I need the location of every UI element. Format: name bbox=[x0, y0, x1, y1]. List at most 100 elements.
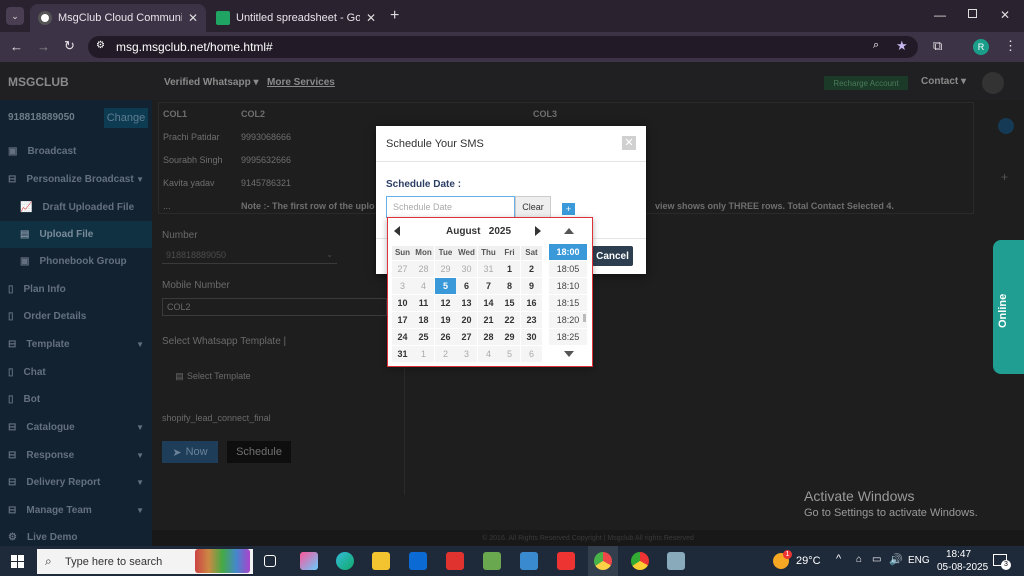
calendar-day[interactable]: 4 bbox=[413, 278, 434, 294]
schedule-date-input[interactable]: Schedule Date bbox=[386, 196, 515, 218]
time-down-icon[interactable] bbox=[564, 351, 574, 357]
send-now-button[interactable]: ➤ Now bbox=[162, 441, 218, 463]
calendar-day[interactable]: 6 bbox=[456, 278, 477, 294]
calendar-day[interactable]: 9 bbox=[521, 278, 542, 294]
time-option[interactable]: 18:25 bbox=[549, 329, 587, 345]
calendar-day[interactable]: 26 bbox=[435, 329, 456, 345]
calendar-day[interactable]: 2 bbox=[521, 261, 542, 277]
calendar-day[interactable]: 10 bbox=[392, 295, 413, 311]
calendar-day[interactable]: 25 bbox=[413, 329, 434, 345]
calendar-day[interactable]: 7 bbox=[478, 278, 499, 294]
menu-more-services[interactable]: More Services bbox=[267, 77, 335, 88]
calendar-day[interactable]: 30 bbox=[521, 329, 542, 345]
calendar-day[interactable]: 12 bbox=[435, 295, 456, 311]
calendar-day[interactable]: 29 bbox=[499, 329, 520, 345]
restore-icon[interactable] bbox=[968, 9, 977, 18]
calendar-day[interactable]: 4 bbox=[478, 346, 499, 362]
time-option[interactable]: 18:00 bbox=[549, 244, 587, 260]
network-app-icon[interactable] bbox=[520, 552, 538, 570]
user-avatar[interactable] bbox=[982, 72, 1004, 94]
calendar-day[interactable]: 27 bbox=[392, 261, 413, 277]
tool-app-icon[interactable] bbox=[667, 552, 685, 570]
reload-icon[interactable]: ↻ bbox=[64, 38, 75, 54]
windows-start-icon[interactable] bbox=[11, 555, 24, 568]
wps-icon[interactable] bbox=[446, 552, 464, 570]
browser-menu-icon[interactable]: ⋮ bbox=[1004, 38, 1017, 54]
calendar-day[interactable]: 23 bbox=[521, 312, 542, 328]
sidebar-item-personalize-broadcast[interactable]: ⊟ Personalize Broadcast ▼ bbox=[0, 166, 152, 193]
calendar-day[interactable]: 1 bbox=[413, 346, 434, 362]
chrome-profile-h-icon[interactable] bbox=[631, 552, 649, 570]
number-select[interactable]: 918818889050 ⌄ bbox=[162, 246, 337, 264]
online-chat-tab[interactable]: Online bbox=[993, 240, 1024, 374]
sidebar-item-delivery-report[interactable]: ⊟ Delivery Report ▼ bbox=[0, 469, 152, 496]
close-window-icon[interactable]: ✕ bbox=[1000, 8, 1010, 22]
calendar-day[interactable]: 29 bbox=[435, 261, 456, 277]
schedule-button[interactable]: Schedule bbox=[227, 441, 291, 463]
calendar-day[interactable]: 21 bbox=[478, 312, 499, 328]
time-option[interactable]: 18:15 bbox=[549, 295, 587, 311]
close-icon[interactable]: ✕ bbox=[622, 136, 636, 150]
calendar-day[interactable]: 6 bbox=[521, 346, 542, 362]
recharge-button[interactable]: Recharge Account bbox=[824, 76, 908, 90]
address-bar[interactable]: ⚙ msg.msgclub.net/home.html# ⌕ ★ bbox=[88, 36, 918, 58]
calendar-day[interactable]: 5 bbox=[435, 278, 456, 294]
calendar-day[interactable]: 19 bbox=[435, 312, 456, 328]
time-option[interactable]: 18:10 bbox=[549, 278, 587, 294]
outlook-icon[interactable] bbox=[409, 552, 427, 570]
change-account-button[interactable]: Change bbox=[104, 108, 148, 128]
calendar-day[interactable]: 3 bbox=[456, 346, 477, 362]
edge-icon[interactable] bbox=[336, 552, 354, 570]
language-indicator[interactable]: ENG bbox=[908, 555, 930, 566]
calendar-day[interactable]: 17 bbox=[392, 312, 413, 328]
sidebar-item-manage-team[interactable]: ⊟ Manage Team ▼ bbox=[0, 497, 152, 524]
sidebar-item-plan-info[interactable]: ▯ Plan Info bbox=[0, 276, 152, 303]
spreadsheet-app-icon[interactable] bbox=[483, 552, 501, 570]
anydesk-icon[interactable] bbox=[557, 552, 575, 570]
task-view-icon[interactable] bbox=[264, 555, 276, 567]
bookmark-star-icon[interactable]: ★ bbox=[896, 38, 908, 54]
extensions-icon[interactable]: ⧉ bbox=[933, 38, 942, 54]
calendar-day[interactable]: 31 bbox=[392, 346, 413, 362]
file-explorer-icon[interactable] bbox=[372, 552, 390, 570]
calendar-day[interactable]: 31 bbox=[478, 261, 499, 277]
network-icon[interactable]: ⌂ bbox=[856, 554, 862, 565]
minimize-icon[interactable]: — bbox=[934, 8, 946, 22]
site-info-icon[interactable]: ⚙ bbox=[96, 40, 105, 51]
calendar-day[interactable]: 8 bbox=[499, 278, 520, 294]
calendar-day[interactable]: 1 bbox=[499, 261, 520, 277]
sidebar-item-template[interactable]: ⊟ Template ▼ bbox=[0, 331, 152, 358]
calendar-day[interactable]: 14 bbox=[478, 295, 499, 311]
brand-logo[interactable]: MSGCLUB bbox=[8, 75, 69, 89]
volume-icon[interactable]: 🔊 bbox=[889, 553, 903, 566]
sidebar-item-bot[interactable]: ▯ Bot bbox=[0, 386, 152, 413]
chat-bubble-icon[interactable] bbox=[998, 118, 1014, 134]
time-scrollbar[interactable] bbox=[583, 314, 586, 322]
mobile-number-select[interactable]: COL2 bbox=[162, 298, 387, 316]
menu-verified-whatsapp[interactable]: Verified Whatsapp ▾ bbox=[164, 77, 259, 88]
sidebar-item-chat[interactable]: ▯ Chat bbox=[0, 359, 152, 386]
wifi-icon[interactable]: ▭ bbox=[872, 554, 881, 565]
calendar-day[interactable]: 16 bbox=[521, 295, 542, 311]
sidebar-item-broadcast[interactable]: ▣ Broadcast bbox=[0, 138, 152, 165]
prev-month-icon[interactable] bbox=[394, 226, 400, 236]
back-icon[interactable]: ← bbox=[10, 39, 23, 54]
calendar-day[interactable]: 13 bbox=[456, 295, 477, 311]
sidebar-item-response[interactable]: ⊟ Response ▼ bbox=[0, 442, 152, 469]
calendar-day[interactable]: 5 bbox=[499, 346, 520, 362]
next-month-icon[interactable] bbox=[535, 226, 541, 236]
copilot-icon[interactable] bbox=[300, 552, 318, 570]
zoom-icon[interactable]: ⌕ bbox=[873, 39, 879, 52]
calendar-day[interactable]: 11 bbox=[413, 295, 434, 311]
calendar-day[interactable]: 30 bbox=[456, 261, 477, 277]
add-date-button[interactable]: + bbox=[562, 203, 575, 215]
contact-menu[interactable]: Contact ▾ bbox=[921, 76, 966, 87]
time-option[interactable]: 18:20 bbox=[549, 312, 587, 328]
calendar-day[interactable]: 3 bbox=[392, 278, 413, 294]
cancel-button[interactable]: Cancel bbox=[592, 246, 633, 266]
tab-msgclub[interactable]: MsgClub Cloud Communicatio ✕ bbox=[30, 4, 206, 32]
tab-spreadsheet[interactable]: Untitled spreadsheet - Google S ✕ bbox=[208, 4, 384, 32]
close-tab-icon[interactable]: ✕ bbox=[366, 11, 376, 25]
calendar-day[interactable]: 22 bbox=[499, 312, 520, 328]
select-template-button[interactable]: ▤ Select Template bbox=[170, 365, 256, 387]
